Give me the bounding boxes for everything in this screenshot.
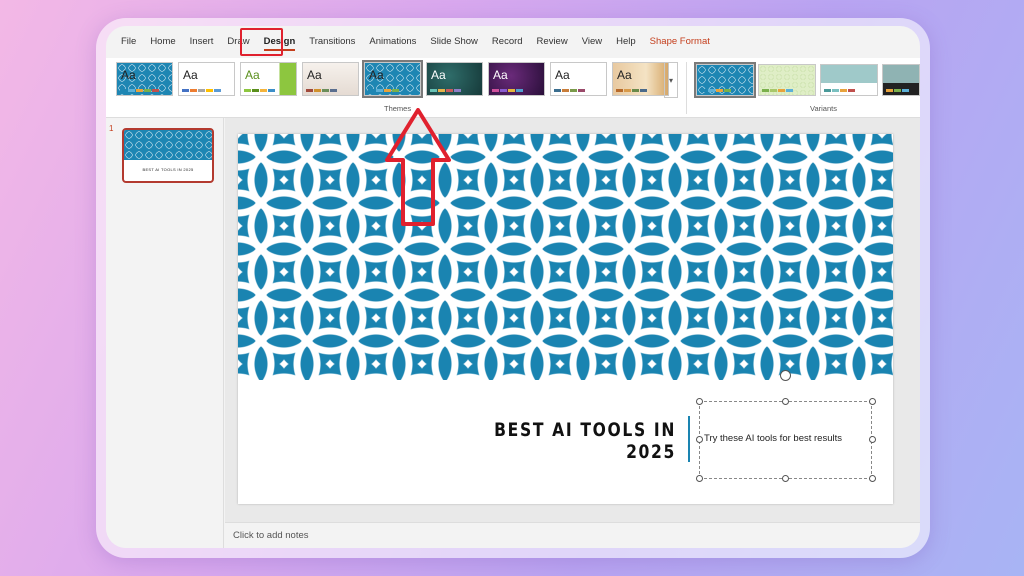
theme-thumbnail-9[interactable]: Aa — [612, 62, 669, 96]
themes-group-label: Themes — [384, 104, 412, 113]
resize-handle-bottom[interactable] — [782, 475, 789, 482]
variant-thumbnail-3[interactable] — [820, 64, 878, 96]
slide-pattern-background — [238, 134, 893, 380]
resize-handle-bottom-left[interactable] — [696, 475, 703, 482]
variant-thumbnail-2[interactable] — [758, 64, 816, 96]
menu-animations[interactable]: Animations — [362, 29, 423, 55]
theme-sample-text: Aa — [369, 68, 384, 82]
resize-handle-top[interactable] — [782, 398, 789, 405]
variant-thumbnail-1[interactable] — [694, 62, 756, 98]
slide-subtitle[interactable]: Try these AI tools for best results — [704, 433, 842, 444]
variants-group-label: Variants — [810, 104, 837, 113]
menu-file[interactable]: File — [114, 29, 143, 55]
notes-placeholder: Click to add notes — [233, 530, 309, 541]
menu-design[interactable]: Design — [257, 29, 303, 55]
theme-sample-text: Aa — [121, 68, 136, 82]
slide-title[interactable]: BEST AI TOOLS IN 2025 — [440, 419, 676, 463]
theme-thumbnail-6[interactable]: Aa — [426, 62, 483, 96]
theme-thumbnail-3[interactable]: Aa — [240, 62, 297, 96]
gallery-more-icon[interactable]: ▾ — [664, 62, 678, 98]
menu-record[interactable]: Record — [485, 29, 530, 55]
slide-thumbnail-pane: 1 BEST AI TOOLS IN 2025 — [106, 118, 224, 548]
menu-review[interactable]: Review — [530, 29, 575, 55]
theme-thumbnail-5-selected[interactable]: Aa — [362, 60, 423, 98]
slide-1[interactable]: BEST AI TOOLS IN 2025 Try these AI tools… — [238, 134, 893, 504]
menu-insert[interactable]: Insert — [183, 29, 221, 55]
resize-handle-top-left[interactable] — [696, 398, 703, 405]
slide-canvas: BEST AI TOOLS IN 2025 Try these AI tools… — [225, 118, 920, 522]
menu-shape-format[interactable]: Shape Format — [643, 29, 717, 55]
theme-sample-text: Aa — [307, 68, 322, 82]
menu-slide-show[interactable]: Slide Show — [423, 29, 485, 55]
title-divider — [688, 416, 690, 462]
menu-transitions[interactable]: Transitions — [302, 29, 362, 55]
resize-handle-right[interactable] — [869, 436, 876, 443]
theme-sample-text: Aa — [617, 68, 632, 82]
resize-handle-left[interactable] — [696, 436, 703, 443]
slide-number: 1 — [109, 124, 114, 133]
theme-sample-text: Aa — [183, 68, 198, 82]
theme-thumbnail-2[interactable]: Aa — [178, 62, 235, 96]
menu-draw[interactable]: Draw — [220, 29, 256, 55]
theme-sample-text: Aa — [493, 68, 508, 82]
thumb-pattern — [124, 130, 212, 160]
group-separator — [686, 62, 687, 114]
theme-thumbnail-4[interactable]: Aa — [302, 62, 359, 96]
resize-handle-top-right[interactable] — [869, 398, 876, 405]
variant-thumbnail-4[interactable] — [882, 64, 920, 96]
slide-thumbnail-1[interactable]: BEST AI TOOLS IN 2025 — [122, 128, 214, 183]
powerpoint-window: File Home Insert Draw Design Transitions… — [106, 26, 920, 548]
theme-thumbnail-1[interactable]: Aa — [116, 62, 173, 96]
notes-pane[interactable]: Click to add notes — [225, 522, 920, 548]
theme-sample-text: Aa — [245, 68, 260, 82]
menu-help[interactable]: Help — [609, 29, 643, 55]
menu-bar: File Home Insert Draw Design Transitions… — [106, 26, 920, 58]
thumb-title: BEST AI TOOLS IN 2025 — [142, 167, 194, 172]
theme-sample-text: Aa — [431, 68, 446, 82]
menu-view[interactable]: View — [575, 29, 609, 55]
rotate-handle-icon[interactable] — [780, 370, 791, 381]
design-ribbon: Aa Aa Aa Aa Aa Aa Aa Aa Aa ▾ Themes Vari… — [106, 58, 920, 118]
menu-home[interactable]: Home — [143, 29, 182, 55]
theme-thumbnail-7[interactable]: Aa — [488, 62, 545, 96]
theme-sample-text: Aa — [555, 68, 570, 82]
theme-thumbnail-8[interactable]: Aa — [550, 62, 607, 96]
resize-handle-bottom-right[interactable] — [869, 475, 876, 482]
